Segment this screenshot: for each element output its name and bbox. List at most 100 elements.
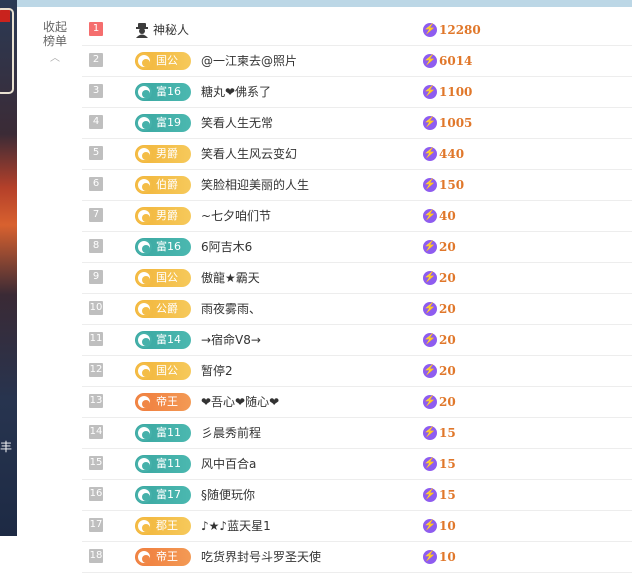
user-name[interactable]: 风中百合a [201,449,256,479]
contribution-score: 1005 [423,108,472,138]
score-value: 20 [439,240,456,254]
user-name[interactable]: 傲龍★霸天 [201,263,260,293]
user-name[interactable]: 笑看人生无常 [201,108,273,138]
preview-frame [0,8,14,94]
user-name[interactable]: 6阿吉木6 [201,232,252,262]
medal-coin-icon [136,332,152,348]
contribution-score: 6014 [423,46,472,76]
ranking-row[interactable]: 15 富11 风中百合a 15 [82,449,632,480]
user-name[interactable]: @一江柬去@照片 [201,46,297,76]
lightning-bolt-icon [423,550,437,564]
user-name[interactable]: 笑看人生风云变幻 [201,139,297,169]
ranking-row[interactable]: 4 富19 笑看人生无常 1005 [82,108,632,139]
rank-number-badge: 1 [89,22,103,36]
contribution-score: 20 [423,325,456,355]
score-value: 150 [439,178,465,192]
ranking-row[interactable]: 1 神秘人 12280 [82,15,632,46]
medal-label: 富11 [156,426,181,439]
lightning-bolt-icon [423,178,437,192]
mystery-person-icon [136,23,148,38]
rank-number-badge: 17 [89,518,103,532]
medal-label: 伯爵 [156,178,178,191]
user-name[interactable]: →宿命V8→ [201,325,261,355]
score-value: 10 [439,519,456,533]
contribution-score: 440 [423,139,464,169]
rank-number-badge: 6 [89,177,103,191]
user-name[interactable]: 吃货界封号斗罗圣天使 [201,542,321,572]
rank-number-badge: 8 [89,239,103,253]
medal-coin-icon [136,549,152,565]
rank-number-badge: 13 [89,394,103,408]
rank-number-badge: 18 [89,549,103,563]
ranking-row[interactable]: 14 富11 彡晨秀前程 15 [82,418,632,449]
collapse-label-line2: 榜单 [42,34,67,48]
noble-medal-badge: 富16 [135,238,191,256]
ranking-row[interactable]: 12 国公 暂停2 20 [82,356,632,387]
ranking-row[interactable]: 13 帝王 ❤吾心❤随心❤ 20 [82,387,632,418]
user-name[interactable]: ❤吾心❤随心❤ [201,387,279,417]
noble-medal-badge: 郡王 [135,517,191,535]
noble-medal-badge: 富16 [135,83,191,101]
user-name[interactable]: ~七夕咱们节 [201,201,271,231]
ranking-row[interactable]: 10 公爵 雨夜雾雨、 20 [82,294,632,325]
user-name[interactable]: 糖丸❤佛系了 [201,77,271,107]
ranking-row[interactable]: 3 富16 糖丸❤佛系了 1100 [82,77,632,108]
noble-medal-badge: 富19 [135,114,191,132]
score-value: 40 [439,209,456,223]
chevron-up-icon: ︿ [50,53,60,64]
ranking-row[interactable]: 18 帝王 吃货界封号斗罗圣天使 10 [82,542,632,573]
user-name[interactable]: 雨夜雾雨、 [201,294,261,324]
contribution-score: 10 [423,542,456,572]
contribution-score: 12280 [423,15,481,45]
score-value: 20 [439,271,456,285]
rank-number-badge: 12 [89,363,103,377]
lightning-bolt-icon [423,147,437,161]
medal-label: 富14 [156,333,181,346]
collapse-label-line1: 收起 [42,20,67,34]
ranking-row[interactable]: 2 国公 @一江柬去@照片 6014 [82,46,632,77]
ranking-row[interactable]: 17 郡王 ♪★♪蓝天星1 10 [82,511,632,542]
score-value: 20 [439,364,456,378]
noble-medal-badge: 男爵 [135,145,191,163]
score-value: 20 [439,302,456,316]
rank-number-badge: 16 [89,487,103,501]
score-value: 15 [439,457,456,471]
user-name[interactable]: 神秘人 [153,15,189,45]
ranking-row[interactable]: 6 伯爵 笑脸相迎美丽的人生 150 [82,170,632,201]
medal-coin-icon [136,487,152,503]
medal-coin-icon [136,270,152,286]
lightning-bolt-icon [423,85,437,99]
medal-coin-icon [136,301,152,317]
lightning-bolt-icon [423,23,437,37]
ranking-row[interactable]: 16 富17 §随便玩你 15 [82,480,632,511]
lightning-bolt-icon [423,426,437,440]
user-name[interactable]: §随便玩你 [201,480,255,510]
ranking-row[interactable]: 11 富14 →宿命V8→ 20 [82,325,632,356]
user-name[interactable]: 暂停2 [201,356,233,386]
score-value: 1005 [439,116,473,130]
user-name[interactable]: 彡晨秀前程 [201,418,261,448]
medal-coin-icon [136,394,152,410]
ranking-row[interactable]: 9 国公 傲龍★霸天 20 [82,263,632,294]
medal-label: 国公 [156,364,178,377]
lightning-bolt-icon [423,240,437,254]
rank-number-badge: 7 [89,208,103,222]
live-stream-preview[interactable]: 丰 [0,0,17,536]
noble-medal-badge: 伯爵 [135,176,191,194]
score-value: 15 [439,426,456,440]
collapse-ranking-button[interactable]: 收起 榜单 ︿ [40,20,70,66]
ranking-row[interactable]: 7 男爵 ~七夕咱们节 40 [82,201,632,232]
medal-coin-icon [136,208,152,224]
medal-label: 男爵 [156,147,178,160]
user-name[interactable]: ♪★♪蓝天星1 [201,511,271,541]
ranking-row[interactable]: 8 富16 6阿吉木6 20 [82,232,632,263]
user-name[interactable]: 笑脸相迎美丽的人生 [201,170,309,200]
score-value: 12280 [439,23,481,37]
medal-coin-icon [136,84,152,100]
contribution-score: 20 [423,294,456,324]
ranking-row[interactable]: 5 男爵 笑看人生风云变幻 440 [82,139,632,170]
noble-medal-badge: 富17 [135,486,191,504]
lightning-bolt-icon [423,333,437,347]
medal-coin-icon [136,518,152,534]
contribution-ranking-list: 1 神秘人 12280 2 国公 @一江柬去@照片 6014 3 富16 糖丸❤佛系了 1100 4 富… [82,15,632,573]
